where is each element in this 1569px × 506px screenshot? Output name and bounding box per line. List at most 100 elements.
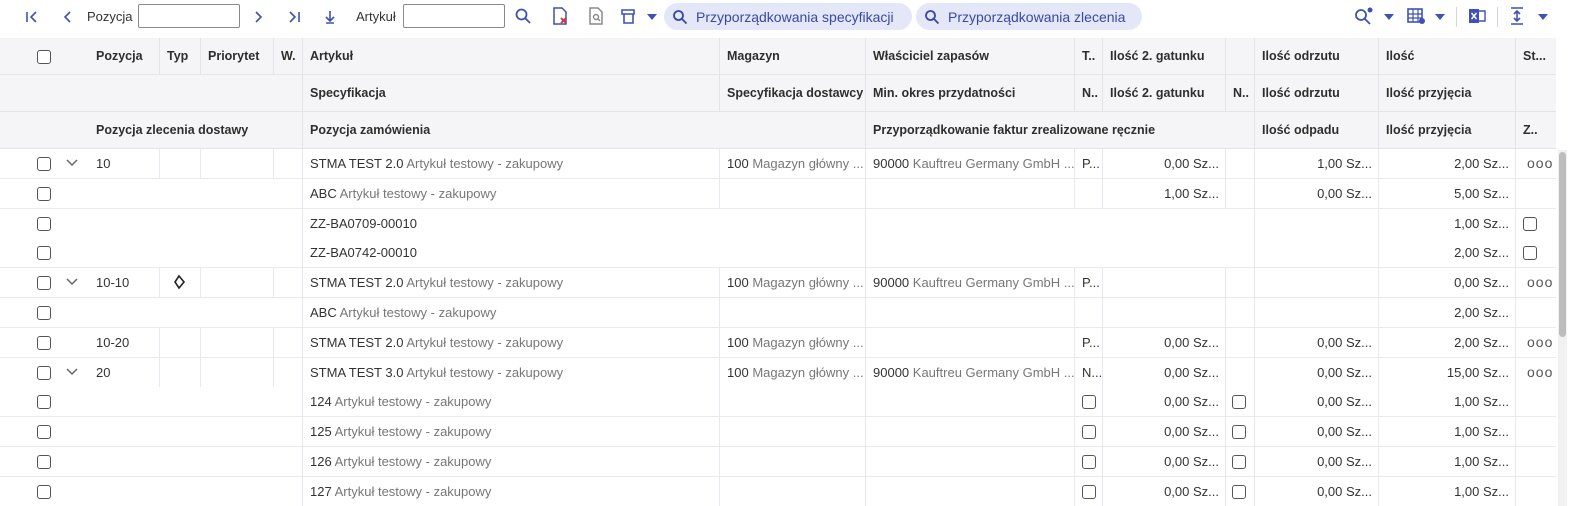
- table-row[interactable]: 10 STMA TEST 2.0 Artykuł testowy - zakupo…: [0, 149, 1556, 179]
- row-checkbox[interactable]: [37, 455, 51, 469]
- col-w[interactable]: W.: [273, 38, 303, 75]
- n1-checkbox[interactable]: [1082, 425, 1096, 439]
- search-icon: [924, 9, 940, 25]
- col-specyfikacja[interactable]: Specyfikacja: [302, 75, 720, 112]
- col-n1[interactable]: N..: [1074, 75, 1103, 112]
- col-z[interactable]: Z..: [1515, 112, 1556, 149]
- n1-checkbox[interactable]: [1082, 395, 1096, 409]
- cell-divider: [865, 477, 866, 506]
- print-icon[interactable]: [617, 5, 639, 27]
- table-row[interactable]: ZZ-BA0709-00010 1,00 Sz...: [0, 209, 1556, 239]
- order-assignments-button[interactable]: Przyporządkowania zlecenia: [916, 3, 1142, 30]
- article-desc: Artykuł testowy - zakupowy: [406, 335, 564, 350]
- table-row[interactable]: 126 Artykuł testowy - zakupowy 0,00 Sz...…: [0, 447, 1556, 477]
- table-row[interactable]: 125 Artykuł testowy - zakupowy 0,00 Sz...…: [0, 417, 1556, 447]
- col-t[interactable]: T..: [1074, 38, 1103, 75]
- n1-checkbox[interactable]: [1082, 455, 1096, 469]
- col-poz-zlecenia[interactable]: Pozycja zlecenia dostawy: [88, 112, 302, 149]
- article-input[interactable]: [403, 4, 505, 28]
- table-row[interactable]: 124 Artykuł testowy - zakupowy 0,00 Sz...…: [0, 387, 1556, 417]
- row-checkbox[interactable]: [37, 157, 51, 171]
- clear-filter-icon[interactable]: [549, 5, 571, 27]
- row-checkbox[interactable]: [37, 276, 51, 290]
- prev-icon[interactable]: [58, 7, 78, 27]
- cell-divider: [865, 417, 866, 446]
- select-all-checkbox[interactable]: [37, 50, 51, 64]
- col-odrzutu-spec[interactable]: Ilość odrzutu: [1254, 75, 1378, 112]
- next-icon[interactable]: [248, 7, 268, 27]
- n1-checkbox[interactable]: [1082, 485, 1096, 499]
- chevron-down-icon[interactable]: [65, 275, 81, 291]
- more-options-icon[interactable]: ooo: [1527, 155, 1553, 171]
- more-options-icon[interactable]: ooo: [1527, 364, 1553, 380]
- col-typ[interactable]: Typ: [159, 38, 201, 75]
- col-przyjecia-spec[interactable]: Ilość przyjęcia: [1378, 75, 1515, 112]
- spec-qty-reject: 0,00 Sz...: [1317, 394, 1372, 409]
- print-dropdown-icon[interactable]: [645, 10, 659, 24]
- col-pozycja[interactable]: Pozycja: [88, 38, 160, 75]
- find-doc-icon[interactable]: [585, 5, 607, 27]
- spec-assignments-button[interactable]: Przyporządkowania specyfikacji: [664, 3, 912, 30]
- row-checkbox[interactable]: [37, 395, 51, 409]
- article-code: STMA TEST 2.0: [310, 335, 404, 350]
- layout-icon[interactable]: [1404, 5, 1428, 27]
- cell-divider: [200, 268, 201, 297]
- col-przyporzadkowanie[interactable]: Przyporządkowanie faktur zrealizowane rę…: [865, 112, 1254, 149]
- row-checkbox[interactable]: [37, 485, 51, 499]
- z-checkbox[interactable]: [1523, 217, 1537, 231]
- col-odrzutu[interactable]: Ilość odrzutu: [1254, 38, 1378, 75]
- col-st[interactable]: St...: [1515, 38, 1556, 75]
- row-checkbox[interactable]: [37, 336, 51, 350]
- article-code: ABC: [310, 305, 337, 320]
- col-spec-dostawcy[interactable]: Specyfikacja dostawcy: [719, 75, 865, 112]
- col-odpadu[interactable]: Ilość odpadu: [1254, 112, 1378, 149]
- n2-checkbox[interactable]: [1232, 485, 1246, 499]
- n2-checkbox[interactable]: [1232, 455, 1246, 469]
- col-wlasciciel[interactable]: Właściciel zapasów: [865, 38, 1074, 75]
- row-checkbox[interactable]: [37, 366, 51, 380]
- z-checkbox[interactable]: [1523, 246, 1537, 260]
- more-options-icon[interactable]: ooo: [1527, 274, 1553, 290]
- query-dropdown-icon[interactable]: [1382, 10, 1396, 24]
- table-row[interactable]: 10-20 STMA TEST 2.0 Artykuł testowy - zak…: [0, 328, 1556, 358]
- position-input[interactable]: [138, 4, 240, 28]
- chevron-down-icon[interactable]: [65, 365, 81, 381]
- table-row[interactable]: ZZ-BA0742-00010 2,00 Sz...: [0, 238, 1556, 268]
- first-page-icon[interactable]: [22, 7, 42, 27]
- col-poz-zamowienia[interactable]: Pozycja zamówienia: [302, 112, 865, 149]
- chevron-down-icon[interactable]: [65, 156, 81, 172]
- n2-checkbox[interactable]: [1232, 395, 1246, 409]
- col-artykul[interactable]: Artykuł: [302, 38, 720, 75]
- col-ilosc2-spec[interactable]: Ilość 2. gatunku: [1102, 75, 1225, 112]
- col-ilosc[interactable]: Ilość: [1378, 38, 1515, 75]
- table-row[interactable]: 127 Artykuł testowy - zakupowy 0,00 Sz...…: [0, 477, 1556, 506]
- col-przyjecia-order[interactable]: Ilość przyjęcia: [1378, 112, 1515, 149]
- more-options-icon[interactable]: ooo: [1527, 334, 1553, 350]
- align-icon[interactable]: [1506, 5, 1528, 27]
- col-min-okres[interactable]: Min. okres przydatności: [865, 75, 1074, 112]
- row-checkbox[interactable]: [37, 217, 51, 231]
- align-dropdown-icon[interactable]: [1536, 10, 1550, 24]
- table-row[interactable]: 10-10 STMA TEST 2.0 Artykuł testowy - zak…: [0, 268, 1556, 298]
- col-priorytet[interactable]: Priorytet: [200, 38, 273, 75]
- n2-checkbox[interactable]: [1232, 425, 1246, 439]
- layout-dropdown-icon[interactable]: [1433, 10, 1447, 24]
- col-ilosc2[interactable]: Ilość 2. gatunku: [1102, 38, 1254, 75]
- last-page-icon[interactable]: [284, 7, 304, 27]
- search-icon[interactable]: [513, 6, 533, 26]
- table-row[interactable]: ABC Artykuł testowy - zakupowy 2,00 Sz...: [0, 298, 1556, 328]
- down-arrow-icon[interactable]: [320, 7, 340, 27]
- row-checkbox[interactable]: [37, 425, 51, 439]
- spec-qty-reject: 0,00 Sz...: [1317, 484, 1372, 499]
- col-n2[interactable]: N..: [1225, 75, 1254, 112]
- table-row[interactable]: ABC Artykuł testowy - zakupowy 1,00 Sz...…: [0, 179, 1556, 209]
- table-row[interactable]: 20 STMA TEST 3.0 Artykuł testowy - zakupo…: [0, 358, 1556, 388]
- row-checkbox[interactable]: [37, 306, 51, 320]
- row-checkbox[interactable]: [37, 187, 51, 201]
- excel-icon[interactable]: [1466, 5, 1488, 27]
- query-settings-icon[interactable]: [1352, 5, 1376, 27]
- scrollbar-thumb[interactable]: [1559, 152, 1566, 337]
- vertical-scrollbar[interactable]: [1558, 150, 1567, 506]
- row-checkbox[interactable]: [37, 246, 51, 260]
- col-magazyn[interactable]: Magazyn: [719, 38, 865, 75]
